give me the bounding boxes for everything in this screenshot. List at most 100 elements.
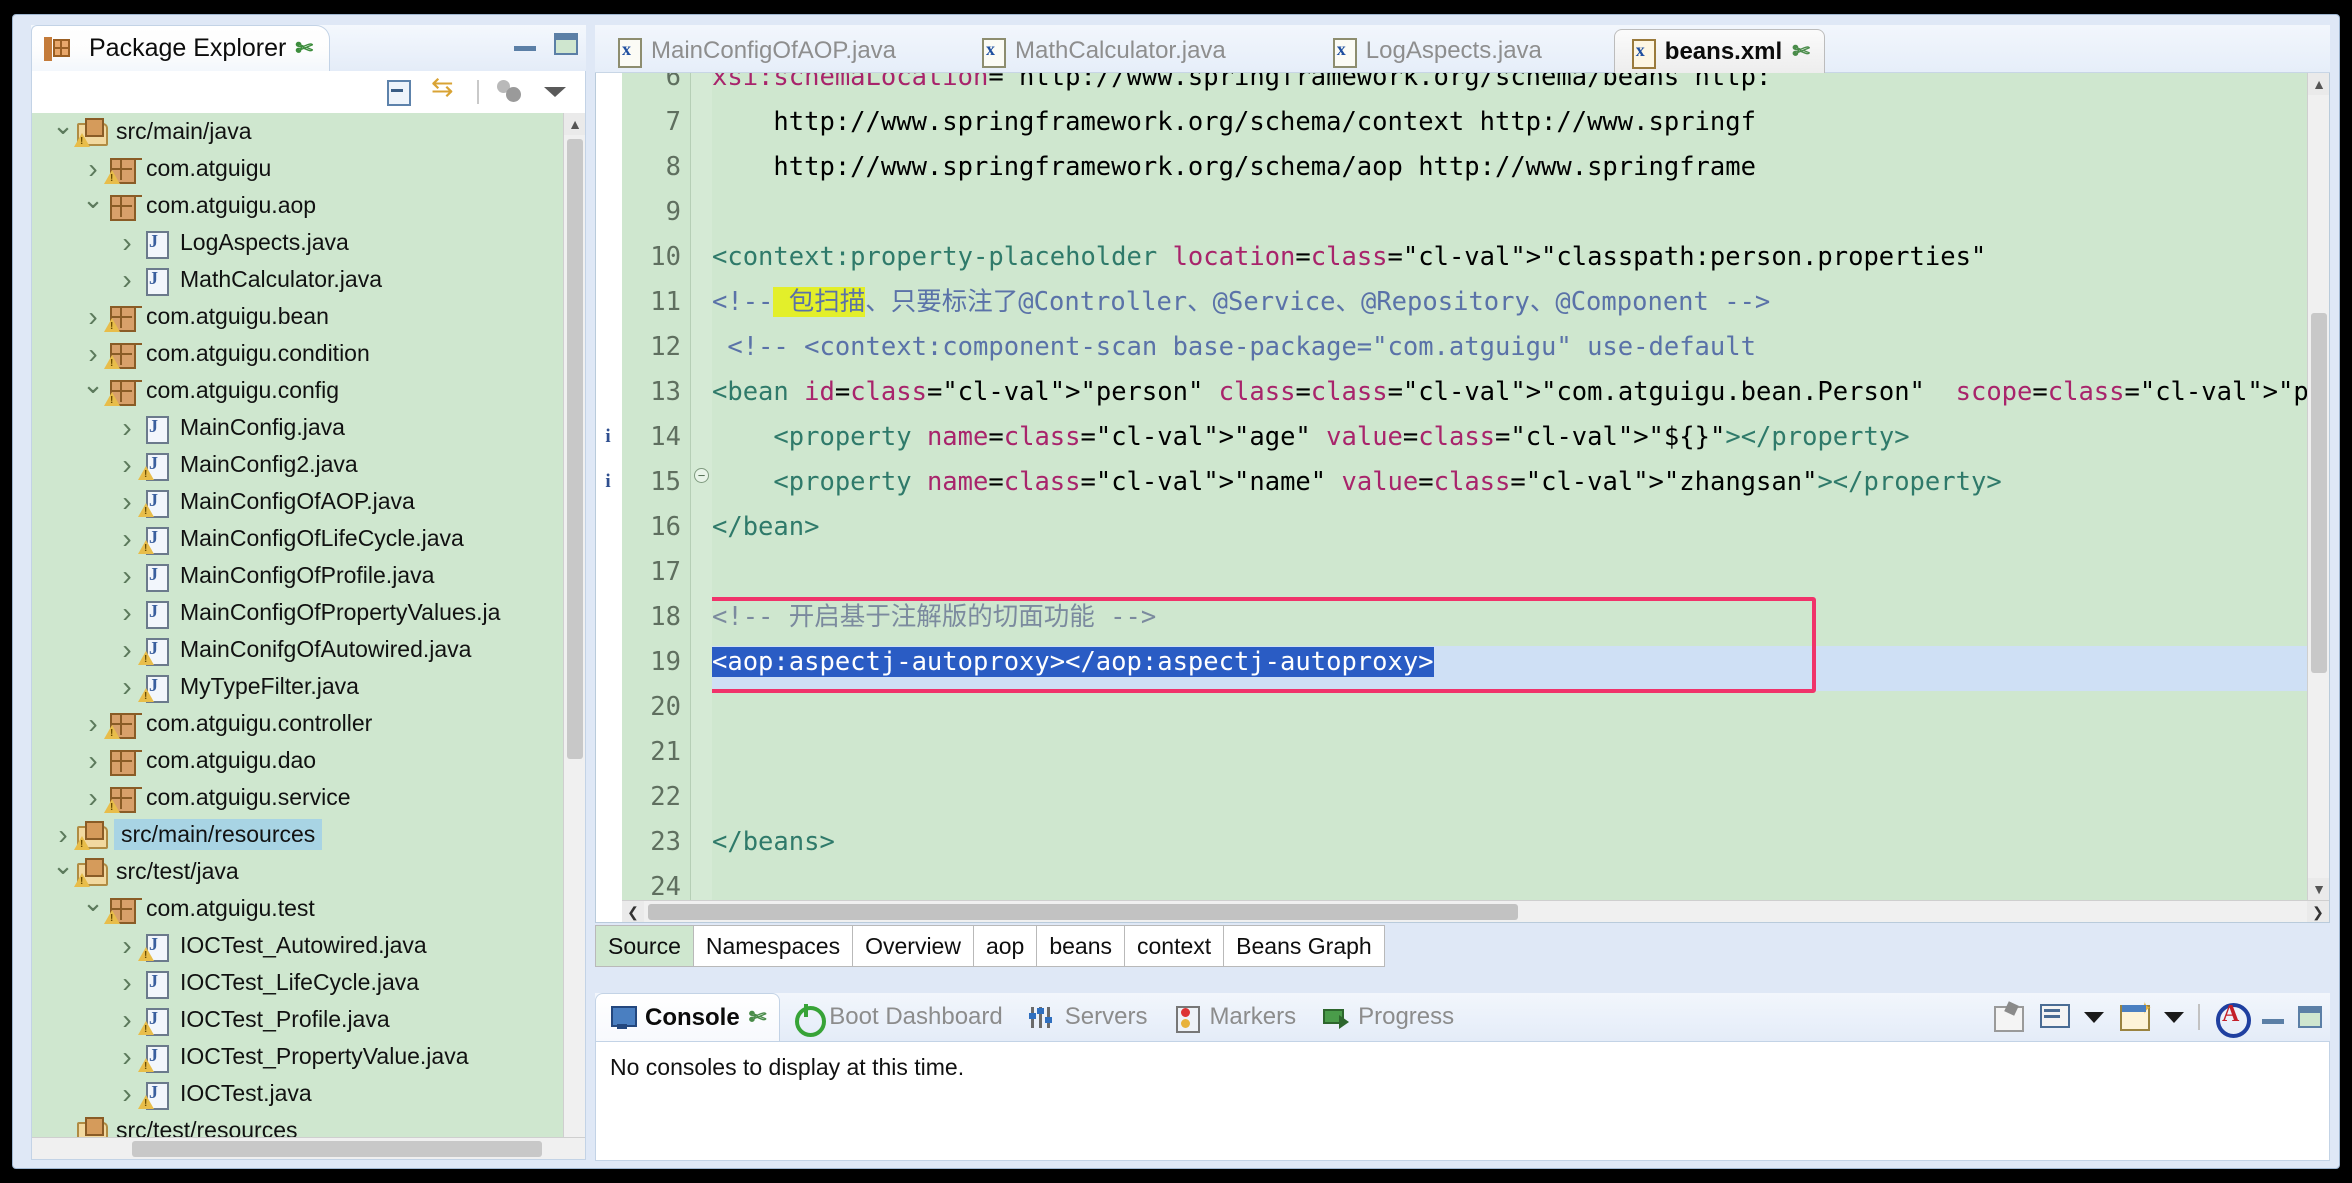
editor-tab-MathCalculator-java[interactable]: MathCalculator.java (965, 29, 1240, 73)
editor-tab-LogAspects-java[interactable]: LogAspects.java (1316, 29, 1556, 73)
tree-row[interactable]: src/main/resources (32, 816, 563, 853)
chevron-down-icon[interactable] (80, 190, 106, 221)
tree-row[interactable]: MainConfigOfLifeCycle.java (32, 520, 563, 557)
chevron-right-icon[interactable] (114, 967, 140, 999)
code-line[interactable]: <bean id=class="cl-val">"person" class=c… (712, 370, 2307, 415)
tree-row[interactable]: com.atguigu.controller (32, 705, 563, 742)
tree-horizontal-scrollbar[interactable] (32, 1137, 585, 1159)
chevron-right-icon[interactable] (80, 782, 106, 814)
page-tab-aop[interactable]: aop (973, 925, 1038, 967)
display-selected-console-icon[interactable] (2038, 1002, 2070, 1032)
tree-row[interactable]: MainConfigOfProfile.java (32, 557, 563, 594)
chevron-right-icon[interactable] (114, 597, 140, 629)
code-line[interactable]: xsi:schemaLocation="http://www.springfra… (712, 73, 1771, 100)
chevron-down-icon[interactable] (50, 116, 76, 147)
tree-row[interactable]: IOCTest_Profile.java (32, 1001, 563, 1038)
code-line[interactable]: <context:property-placeholder location=c… (712, 235, 1986, 280)
code-line[interactable]: <!-- 开启基于注解版的切面功能 --> (712, 595, 1156, 640)
chevron-right-icon[interactable] (80, 338, 106, 370)
tree-row[interactable]: IOCTest_Autowired.java (32, 927, 563, 964)
code-line[interactable]: </beans> (712, 820, 835, 865)
close-icon[interactable]: ✄ (295, 38, 313, 59)
tree-row[interactable]: com.atguigu.condition (32, 335, 563, 372)
code-line[interactable]: </bean> (712, 505, 819, 550)
chevron-right-icon[interactable] (114, 486, 140, 518)
tree-row[interactable]: MainConfig.java (32, 409, 563, 446)
collapse-all-icon[interactable] (385, 78, 415, 106)
info-marker-icon[interactable]: i (600, 426, 616, 447)
tree-row[interactable]: IOCTest_LifeCycle.java (32, 964, 563, 1001)
tree-row[interactable]: com.atguigu.test (32, 890, 563, 927)
editor-tab-MainConfigOfAOP-java[interactable]: MainConfigOfAOP.java (601, 29, 910, 73)
code-line[interactable]: http://www.springframework.org/schema/co… (712, 100, 1756, 145)
open-console-dropdown-icon[interactable] (2164, 1011, 2184, 1023)
view-menu-icon[interactable] (541, 78, 571, 106)
pin-console-icon[interactable] (1992, 1002, 2024, 1032)
chevron-right-icon[interactable] (114, 1041, 140, 1073)
open-console-icon[interactable]: ✦ (2118, 999, 2152, 1032)
scroll-up-icon[interactable]: ▲ (564, 113, 585, 135)
atguigu-icon[interactable] (2214, 1001, 2251, 1038)
tree-row[interactable]: MainConfigOfPropertyValues.ja (32, 594, 563, 631)
chevron-right-icon[interactable] (114, 264, 140, 296)
tab-package-explorer[interactable]: Package Explorer ✄ (31, 25, 330, 71)
page-tab-namespaces[interactable]: Namespaces (693, 925, 854, 967)
tree-row[interactable]: src/test/java (32, 853, 563, 890)
package-explorer-tree[interactable]: src/main/java com.atguigu com.atguigu.aop L… (32, 113, 563, 1137)
editor-scroll-down-icon[interactable]: ▼ (2308, 878, 2329, 900)
page-tab-context[interactable]: context (1125, 925, 1225, 967)
display-console-dropdown-icon[interactable] (2084, 1011, 2104, 1023)
scroll-thumb-horizontal[interactable] (132, 1141, 542, 1157)
editor-code-content[interactable]: xsi:schemaLocation="http://www.springfra… (712, 73, 2307, 900)
page-tab-beans-graph[interactable]: Beans Graph (1224, 925, 1385, 967)
tree-row[interactable]: MyTypeFilter.java (32, 668, 563, 705)
xml-editor[interactable]: ii 6 7 8 9 10 11 12 13 14 15 16 17 18 19 20 21 22 23 24 − … (595, 73, 2330, 923)
focus-on-active-task-icon[interactable] (495, 78, 525, 106)
code-line[interactable]: <aop:aspectj-autoproxy></aop:aspectj-aut… (712, 640, 1434, 685)
maximize-view-icon[interactable] (554, 33, 578, 55)
chevron-right-icon[interactable] (80, 153, 106, 185)
console-tab-progress[interactable]: Progress (1309, 993, 1467, 1041)
console-tab-servers[interactable]: Servers (1016, 993, 1161, 1041)
info-marker-icon[interactable]: i (600, 471, 616, 492)
chevron-right-icon[interactable] (80, 745, 106, 777)
tree-row[interactable]: IOCTest.java (32, 1075, 563, 1112)
editor-tab-beans-xml[interactable]: beans.xml ✄ (1613, 29, 1825, 73)
page-tab-source[interactable]: Source (595, 925, 694, 967)
chevron-right-icon[interactable] (114, 523, 140, 555)
editor-scroll-left-icon[interactable]: ❮ (622, 901, 644, 922)
editor-marker-column[interactable]: ii (596, 73, 622, 922)
minimize-view-icon[interactable] (514, 37, 536, 51)
tree-row[interactable]: MainConfig2.java (32, 446, 563, 483)
chevron-right-icon[interactable] (114, 412, 140, 444)
fold-toggle-icon[interactable]: − (694, 468, 709, 483)
tree-row[interactable]: com.atguigu.aop (32, 187, 563, 224)
chevron-down-icon[interactable] (50, 856, 76, 887)
chevron-right-icon[interactable] (114, 560, 140, 592)
chevron-right-icon[interactable] (114, 449, 140, 481)
tree-row[interactable]: MainConfigOfAOP.java (32, 483, 563, 520)
chevron-right-icon[interactable] (80, 708, 106, 740)
chevron-right-icon[interactable] (114, 1078, 140, 1110)
editor-vertical-scrollbar[interactable]: ▲ ▼ (2307, 73, 2329, 900)
tree-vertical-scrollbar[interactable]: ▲ ▼ (563, 113, 585, 1159)
chevron-down-icon[interactable] (80, 375, 106, 406)
editor-horizontal-scrollbar[interactable]: ❮ ❯ (622, 900, 2329, 922)
chevron-right-icon[interactable] (114, 671, 140, 703)
editor-scroll-thumb[interactable] (2311, 313, 2327, 673)
editor-folding-column[interactable]: − (690, 73, 712, 922)
tree-row[interactable]: src/test/resources (32, 1112, 563, 1137)
minimize-console-icon[interactable] (2262, 1010, 2284, 1024)
scroll-thumb[interactable] (567, 139, 583, 759)
chevron-right-icon[interactable] (80, 301, 106, 333)
tree-row[interactable]: IOCTest_PropertyValue.java (32, 1038, 563, 1075)
link-with-editor-icon[interactable] (431, 72, 461, 106)
tree-row[interactable]: MathCalculator.java (32, 261, 563, 298)
chevron-right-icon[interactable] (114, 930, 140, 962)
page-tab-beans[interactable]: beans (1037, 925, 1126, 967)
console-tab-console[interactable]: Console ✄ (595, 993, 781, 1041)
chevron-right-icon[interactable] (114, 227, 140, 259)
chevron-down-icon[interactable] (80, 893, 106, 924)
tree-row[interactable]: com.atguigu.dao (32, 742, 563, 779)
console-tab-boot-dashboard[interactable]: Boot Dashboard (780, 993, 1015, 1041)
